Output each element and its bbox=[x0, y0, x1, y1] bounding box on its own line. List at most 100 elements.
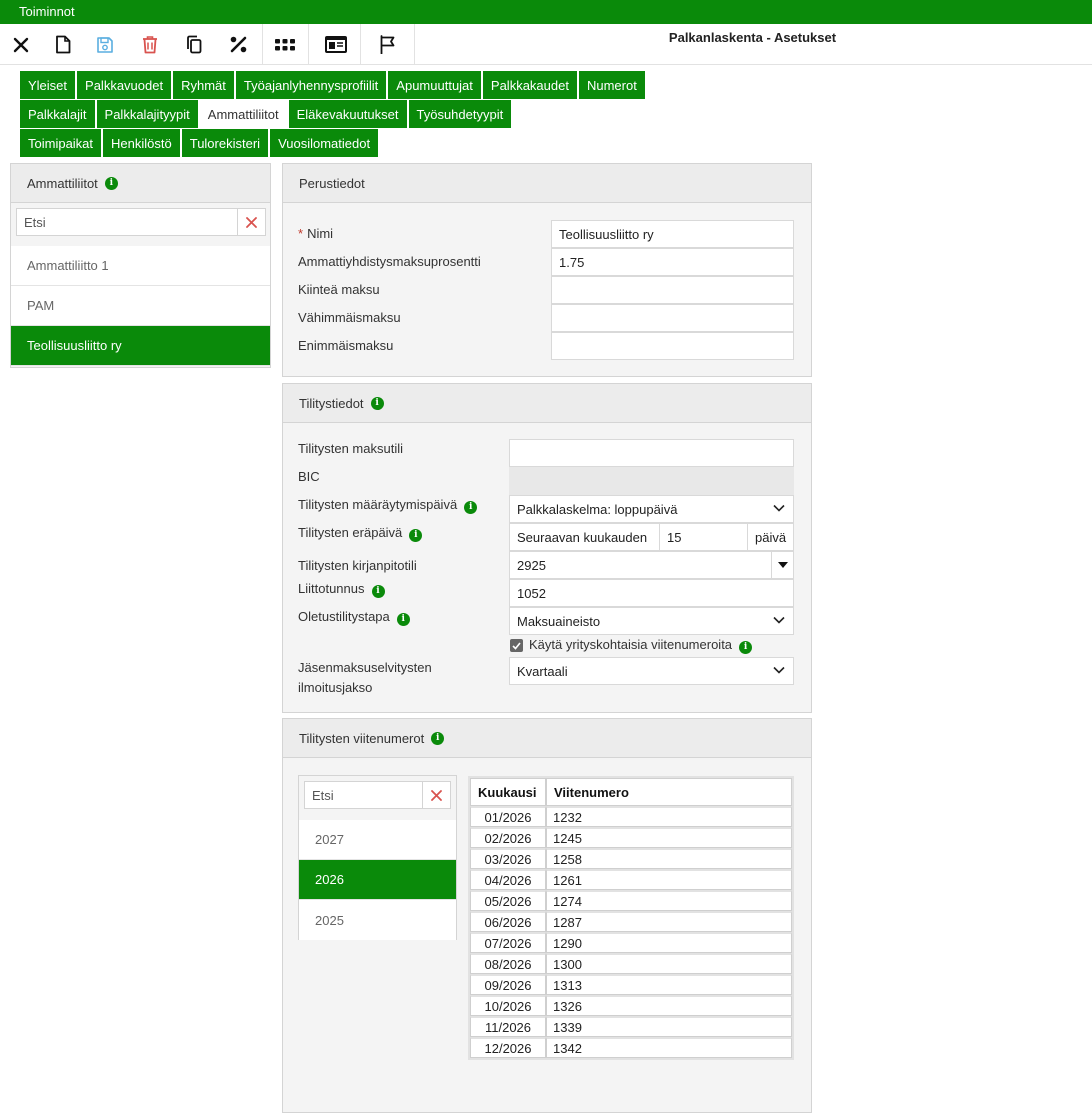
year-item[interactable]: 2027 bbox=[299, 820, 456, 860]
tab-henkilosto[interactable]: Henkilöstö bbox=[103, 129, 180, 157]
table-row[interactable]: 05/2026 1274 bbox=[470, 890, 792, 911]
percent-field[interactable]: 1.75 bbox=[551, 248, 794, 276]
year-item[interactable]: 2025 bbox=[299, 900, 456, 940]
bookkeeping-select[interactable]: 2925 bbox=[509, 551, 794, 579]
table-row[interactable]: 06/2026 1287 bbox=[470, 911, 792, 932]
bic-label: BIC bbox=[298, 469, 320, 484]
union-item[interactable]: Ammattiliitto 1 bbox=[11, 246, 270, 286]
tab-palkkalajit[interactable]: Palkkalajit bbox=[20, 100, 95, 128]
bookkeeping-value: 2925 bbox=[517, 557, 546, 573]
reference-number-cell[interactable]: 1300 bbox=[546, 953, 792, 974]
reference-number-cell[interactable]: 1290 bbox=[546, 932, 792, 953]
table-row[interactable]: 10/2026 1326 bbox=[470, 995, 792, 1016]
month-cell: 08/2026 bbox=[470, 953, 546, 974]
reference-number-cell[interactable]: 1287 bbox=[546, 911, 792, 932]
determination-value: Palkkalaskelma: loppupäivä bbox=[517, 501, 678, 517]
reference-number-cell[interactable]: 1339 bbox=[546, 1016, 792, 1037]
menu-bar[interactable]: Toiminnot bbox=[0, 0, 1092, 24]
delete-icon[interactable] bbox=[129, 24, 171, 65]
union-item[interactable]: PAM bbox=[11, 286, 270, 326]
max-fee-field[interactable] bbox=[551, 332, 794, 360]
tab-ammattiliitot[interactable]: Ammattiliitot bbox=[199, 100, 287, 128]
menu-title[interactable]: Toiminnot bbox=[19, 4, 75, 19]
bookkeeping-label: Tilitysten kirjanpitotili bbox=[298, 558, 417, 573]
table-row[interactable]: 08/2026 1300 bbox=[470, 953, 792, 974]
clear-search-icon[interactable] bbox=[422, 782, 450, 808]
reference-number-cell[interactable]: 1342 bbox=[546, 1037, 792, 1058]
reference-number-cell[interactable]: 1313 bbox=[546, 974, 792, 995]
tab-tyoajanlyhennysprofiilit[interactable]: Työajanlyhennysprofiilit bbox=[235, 71, 387, 99]
required-mark: * bbox=[298, 226, 304, 241]
reference-number-cell[interactable]: 1326 bbox=[546, 995, 792, 1016]
tab-tulorekisteri[interactable]: Tulorekisteri bbox=[181, 129, 269, 157]
caret-down-icon[interactable] bbox=[771, 552, 793, 578]
method-select[interactable]: Maksuaineisto bbox=[509, 607, 794, 635]
account-field[interactable] bbox=[509, 439, 794, 467]
table-row[interactable]: 01/2026 1232 bbox=[470, 806, 792, 827]
clear-search-icon[interactable] bbox=[237, 209, 265, 235]
year-search-input[interactable] bbox=[305, 782, 422, 808]
info-icon[interactable]: i bbox=[396, 613, 410, 626]
min-fee-field[interactable] bbox=[551, 304, 794, 332]
fixed-fee-field[interactable] bbox=[551, 276, 794, 304]
table-row[interactable]: 03/2026 1258 bbox=[470, 848, 792, 869]
name-label: * Nimi bbox=[298, 226, 334, 241]
report-period-select[interactable]: Kvartaali bbox=[509, 657, 794, 685]
tab-tyosuhdetyypit[interactable]: Työsuhdetyypit bbox=[408, 100, 512, 128]
table-row[interactable]: 09/2026 1313 bbox=[470, 974, 792, 995]
table-row[interactable]: 04/2026 1261 bbox=[470, 869, 792, 890]
reference-number-cell[interactable]: 1232 bbox=[546, 806, 792, 827]
reference-number-cell[interactable]: 1274 bbox=[546, 890, 792, 911]
info-icon[interactable]: i bbox=[371, 585, 385, 598]
union-list-panel: Ammattiliitot i Ammattiliitto 1 PAM Teol… bbox=[10, 163, 271, 368]
copy-icon[interactable] bbox=[173, 24, 215, 65]
percent-icon[interactable] bbox=[217, 24, 259, 65]
due-day-input[interactable]: 15 bbox=[660, 524, 748, 550]
union-search bbox=[16, 208, 266, 236]
table-row[interactable]: 12/2026 1342 bbox=[470, 1037, 792, 1058]
table-row[interactable]: 07/2026 1290 bbox=[470, 932, 792, 953]
determination-label: Tilitysten määräytymispäivä i bbox=[298, 497, 478, 514]
tab-ryhmat[interactable]: Ryhmät bbox=[173, 71, 234, 99]
tab-palkkakaudet[interactable]: Palkkakaudet bbox=[482, 71, 577, 99]
info-icon[interactable]: i bbox=[464, 501, 478, 514]
union-search-input[interactable] bbox=[17, 209, 237, 235]
table-row[interactable]: 11/2026 1339 bbox=[470, 1016, 792, 1037]
reference-number-cell[interactable]: 1245 bbox=[546, 827, 792, 848]
reference-number-cell[interactable]: 1258 bbox=[546, 848, 792, 869]
info-icon[interactable]: i bbox=[431, 731, 445, 745]
company-refs-checkbox[interactable] bbox=[510, 639, 523, 652]
info-icon[interactable]: i bbox=[409, 529, 423, 542]
tab-palkkavuodet[interactable]: Palkkavuodet bbox=[77, 71, 172, 99]
tab-apumuuttujat[interactable]: Apumuuttujat bbox=[388, 71, 481, 99]
year-item-selected[interactable]: 2026 bbox=[299, 860, 456, 900]
tab-vuosilomatiedot[interactable]: Vuosilomatiedot bbox=[270, 129, 379, 157]
tab-toimipaikat[interactable]: Toimipaikat bbox=[20, 129, 102, 157]
flag-icon[interactable] bbox=[366, 24, 408, 65]
table-row[interactable]: 02/2026 1245 bbox=[470, 827, 792, 848]
close-icon[interactable] bbox=[0, 24, 42, 65]
toolbar: Palkanlaskenta - Asetukset bbox=[0, 24, 1092, 65]
reference-number-cell[interactable]: 1261 bbox=[546, 869, 792, 890]
min-fee-label: Vähimmäismaksu bbox=[298, 310, 401, 325]
info-icon[interactable]: i bbox=[739, 641, 753, 654]
basic-info-header: Perustiedot bbox=[283, 164, 811, 203]
tab-yleiset[interactable]: Yleiset bbox=[20, 71, 76, 99]
tab-elakevakuutukset[interactable]: Eläkevakuutukset bbox=[288, 100, 407, 128]
union-list-title: Ammattiliitot bbox=[27, 175, 98, 191]
determination-select[interactable]: Palkkalaskelma: loppupäivä bbox=[509, 495, 794, 523]
tab-palkkalajityypit[interactable]: Palkkalajityypit bbox=[96, 100, 198, 128]
new-document-icon[interactable] bbox=[42, 24, 84, 65]
info-icon[interactable]: i bbox=[104, 176, 118, 190]
year-search bbox=[304, 781, 451, 809]
name-field[interactable]: Teollisuusliitto ry bbox=[551, 220, 794, 248]
grid-icon[interactable] bbox=[264, 24, 306, 65]
id-card-icon[interactable] bbox=[315, 24, 357, 65]
union-code-field[interactable]: 1052 bbox=[509, 579, 794, 607]
save-icon[interactable] bbox=[84, 24, 126, 65]
tab-numerot[interactable]: Numerot bbox=[578, 71, 645, 99]
year-list: 2027 2026 2025 bbox=[298, 775, 457, 940]
info-icon[interactable]: i bbox=[370, 396, 384, 410]
union-item-selected[interactable]: Teollisuusliitto ry bbox=[11, 326, 270, 366]
settlement-title: Tilitystiedot bbox=[299, 395, 364, 411]
